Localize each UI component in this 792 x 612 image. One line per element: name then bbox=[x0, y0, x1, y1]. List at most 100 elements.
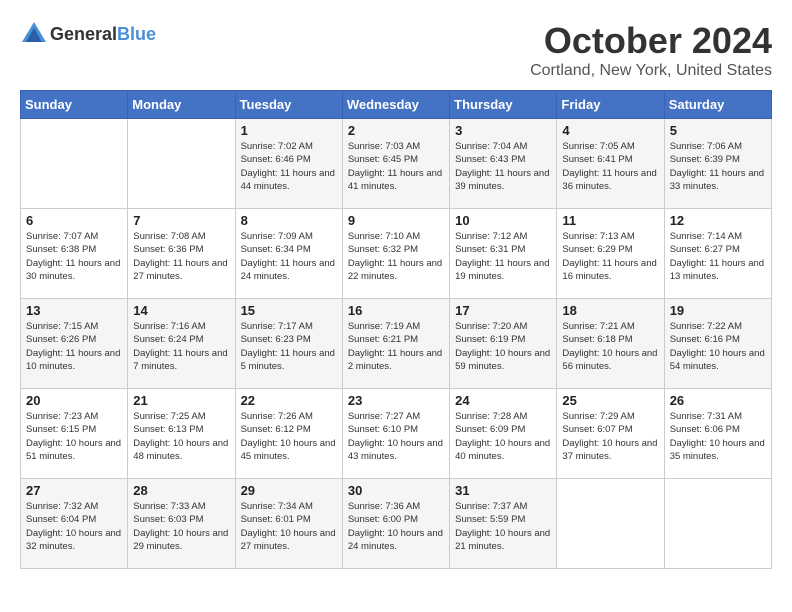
day-number: 3 bbox=[455, 123, 551, 138]
cell-detail: Sunrise: 7:04 AMSunset: 6:43 PMDaylight:… bbox=[455, 140, 551, 193]
calendar-cell: 18Sunrise: 7:21 AMSunset: 6:18 PMDayligh… bbox=[557, 299, 664, 389]
calendar-cell: 30Sunrise: 7:36 AMSunset: 6:00 PMDayligh… bbox=[342, 479, 449, 569]
day-number: 4 bbox=[562, 123, 658, 138]
weekday-header-saturday: Saturday bbox=[664, 91, 771, 119]
day-number: 19 bbox=[670, 303, 766, 318]
logo-blue: Blue bbox=[117, 24, 156, 44]
weekday-header-tuesday: Tuesday bbox=[235, 91, 342, 119]
calendar-week-1: 1 Sunrise: 7:02 AMSunset: 6:46 PMDaylight… bbox=[21, 119, 772, 209]
calendar-cell: 4Sunrise: 7:05 AMSunset: 6:41 PMDaylight… bbox=[557, 119, 664, 209]
calendar-body: 1 Sunrise: 7:02 AMSunset: 6:46 PMDaylight… bbox=[21, 119, 772, 569]
calendar-cell bbox=[664, 479, 771, 569]
day-number: 13 bbox=[26, 303, 122, 318]
cell-detail: Sunrise: 7:25 AMSunset: 6:13 PMDaylight:… bbox=[133, 410, 229, 463]
cell-detail: Sunrise: 7:20 AMSunset: 6:19 PMDaylight:… bbox=[455, 320, 551, 373]
cell-detail: Sunrise: 7:26 AMSunset: 6:12 PMDaylight:… bbox=[241, 410, 337, 463]
month-title: October 2024 bbox=[530, 20, 772, 62]
logo-icon bbox=[20, 20, 48, 48]
calendar-cell: 8 Sunrise: 7:09 AMSunset: 6:34 PMDaylight… bbox=[235, 209, 342, 299]
weekday-header-sunday: Sunday bbox=[21, 91, 128, 119]
weekday-header: SundayMondayTuesdayWednesdayThursdayFrid… bbox=[21, 91, 772, 119]
location-title: Cortland, New York, United States bbox=[530, 62, 772, 80]
day-number: 28 bbox=[133, 483, 229, 498]
day-number: 11 bbox=[562, 213, 658, 228]
calendar-cell: 6Sunrise: 7:07 AMSunset: 6:38 PMDaylight… bbox=[21, 209, 128, 299]
calendar-cell: 26Sunrise: 7:31 AMSunset: 6:06 PMDayligh… bbox=[664, 389, 771, 479]
calendar-cell: 20 Sunrise: 7:23 AMSunset: 6:15 PMDayligh… bbox=[21, 389, 128, 479]
cell-detail: Sunrise: 7:23 AMSunset: 6:15 PMDaylight:… bbox=[26, 410, 122, 463]
cell-detail: Sunrise: 7:19 AMSunset: 6:21 PMDaylight:… bbox=[348, 320, 444, 373]
cell-detail: Sunrise: 7:29 AMSunset: 6:07 PMDaylight:… bbox=[562, 410, 658, 463]
day-number: 10 bbox=[455, 213, 551, 228]
cell-detail: Sunrise: 7:15 AMSunset: 6:26 PMDaylight:… bbox=[26, 320, 122, 373]
weekday-header-monday: Monday bbox=[128, 91, 235, 119]
calendar-cell: 3 Sunrise: 7:04 AMSunset: 6:43 PMDaylight… bbox=[450, 119, 557, 209]
calendar-week-5: 27 Sunrise: 7:32 AMSunset: 6:04 PMDayligh… bbox=[21, 479, 772, 569]
day-number: 27 bbox=[26, 483, 122, 498]
cell-detail: Sunrise: 7:07 AMSunset: 6:38 PMDaylight:… bbox=[26, 230, 122, 283]
calendar-cell: 28 Sunrise: 7:33 AMSunset: 6:03 PMDayligh… bbox=[128, 479, 235, 569]
title-block: October 2024 Cortland, New York, United … bbox=[530, 20, 772, 80]
cell-detail: Sunrise: 7:33 AMSunset: 6:03 PMDaylight:… bbox=[133, 500, 229, 553]
calendar-cell: 7 Sunrise: 7:08 AMSunset: 6:36 PMDaylight… bbox=[128, 209, 235, 299]
cell-detail: Sunrise: 7:08 AMSunset: 6:36 PMDaylight:… bbox=[133, 230, 229, 283]
calendar-cell: 31 Sunrise: 7:37 AMSunset: 5:59 PMDayligh… bbox=[450, 479, 557, 569]
logo-general: General bbox=[50, 24, 117, 44]
weekday-header-friday: Friday bbox=[557, 91, 664, 119]
calendar-cell: 29Sunrise: 7:34 AMSunset: 6:01 PMDayligh… bbox=[235, 479, 342, 569]
cell-detail: Sunrise: 7:14 AMSunset: 6:27 PMDaylight:… bbox=[670, 230, 766, 283]
calendar-cell: 22 Sunrise: 7:26 AMSunset: 6:12 PMDayligh… bbox=[235, 389, 342, 479]
calendar-cell: 1 Sunrise: 7:02 AMSunset: 6:46 PMDaylight… bbox=[235, 119, 342, 209]
calendar-cell: 2Sunrise: 7:03 AMSunset: 6:45 PMDaylight… bbox=[342, 119, 449, 209]
day-number: 18 bbox=[562, 303, 658, 318]
cell-detail: Sunrise: 7:27 AMSunset: 6:10 PMDaylight:… bbox=[348, 410, 444, 463]
cell-detail: Sunrise: 7:06 AMSunset: 6:39 PMDaylight:… bbox=[670, 140, 766, 193]
calendar-cell: 5 Sunrise: 7:06 AMSunset: 6:39 PMDaylight… bbox=[664, 119, 771, 209]
cell-detail: Sunrise: 7:28 AMSunset: 6:09 PMDaylight:… bbox=[455, 410, 551, 463]
weekday-header-thursday: Thursday bbox=[450, 91, 557, 119]
day-number: 21 bbox=[133, 393, 229, 408]
calendar-cell: 11 Sunrise: 7:13 AMSunset: 6:29 PMDayligh… bbox=[557, 209, 664, 299]
day-number: 31 bbox=[455, 483, 551, 498]
day-number: 24 bbox=[455, 393, 551, 408]
cell-detail: Sunrise: 7:37 AMSunset: 5:59 PMDaylight:… bbox=[455, 500, 551, 553]
calendar-cell: 25Sunrise: 7:29 AMSunset: 6:07 PMDayligh… bbox=[557, 389, 664, 479]
calendar-cell bbox=[21, 119, 128, 209]
calendar-cell: 23 Sunrise: 7:27 AMSunset: 6:10 PMDayligh… bbox=[342, 389, 449, 479]
day-number: 20 bbox=[26, 393, 122, 408]
day-number: 23 bbox=[348, 393, 444, 408]
calendar-cell bbox=[128, 119, 235, 209]
cell-detail: Sunrise: 7:17 AMSunset: 6:23 PMDaylight:… bbox=[241, 320, 337, 373]
day-number: 17 bbox=[455, 303, 551, 318]
day-number: 5 bbox=[670, 123, 766, 138]
cell-detail: Sunrise: 7:16 AMSunset: 6:24 PMDaylight:… bbox=[133, 320, 229, 373]
calendar-cell: 14Sunrise: 7:16 AMSunset: 6:24 PMDayligh… bbox=[128, 299, 235, 389]
calendar-cell: 16 Sunrise: 7:19 AMSunset: 6:21 PMDayligh… bbox=[342, 299, 449, 389]
calendar-cell bbox=[557, 479, 664, 569]
day-number: 30 bbox=[348, 483, 444, 498]
day-number: 9 bbox=[348, 213, 444, 228]
day-number: 1 bbox=[241, 123, 337, 138]
calendar-cell: 10Sunrise: 7:12 AMSunset: 6:31 PMDayligh… bbox=[450, 209, 557, 299]
calendar-cell: 24 Sunrise: 7:28 AMSunset: 6:09 PMDayligh… bbox=[450, 389, 557, 479]
day-number: 16 bbox=[348, 303, 444, 318]
calendar-cell: 27 Sunrise: 7:32 AMSunset: 6:04 PMDayligh… bbox=[21, 479, 128, 569]
cell-detail: Sunrise: 7:13 AMSunset: 6:29 PMDaylight:… bbox=[562, 230, 658, 283]
cell-detail: Sunrise: 7:32 AMSunset: 6:04 PMDaylight:… bbox=[26, 500, 122, 553]
cell-detail: Sunrise: 7:34 AMSunset: 6:01 PMDaylight:… bbox=[241, 500, 337, 553]
day-number: 7 bbox=[133, 213, 229, 228]
day-number: 15 bbox=[241, 303, 337, 318]
day-number: 12 bbox=[670, 213, 766, 228]
calendar-cell: 13 Sunrise: 7:15 AMSunset: 6:26 PMDayligh… bbox=[21, 299, 128, 389]
cell-detail: Sunrise: 7:02 AMSunset: 6:46 PMDaylight:… bbox=[241, 140, 337, 193]
calendar-week-2: 6Sunrise: 7:07 AMSunset: 6:38 PMDaylight… bbox=[21, 209, 772, 299]
day-number: 22 bbox=[241, 393, 337, 408]
day-number: 8 bbox=[241, 213, 337, 228]
calendar-table: SundayMondayTuesdayWednesdayThursdayFrid… bbox=[20, 90, 772, 569]
cell-detail: Sunrise: 7:22 AMSunset: 6:16 PMDaylight:… bbox=[670, 320, 766, 373]
cell-detail: Sunrise: 7:09 AMSunset: 6:34 PMDaylight:… bbox=[241, 230, 337, 283]
calendar-cell: 9Sunrise: 7:10 AMSunset: 6:32 PMDaylight… bbox=[342, 209, 449, 299]
calendar-week-4: 20 Sunrise: 7:23 AMSunset: 6:15 PMDayligh… bbox=[21, 389, 772, 479]
calendar-cell: 19 Sunrise: 7:22 AMSunset: 6:16 PMDayligh… bbox=[664, 299, 771, 389]
calendar-cell: 17 Sunrise: 7:20 AMSunset: 6:19 PMDayligh… bbox=[450, 299, 557, 389]
